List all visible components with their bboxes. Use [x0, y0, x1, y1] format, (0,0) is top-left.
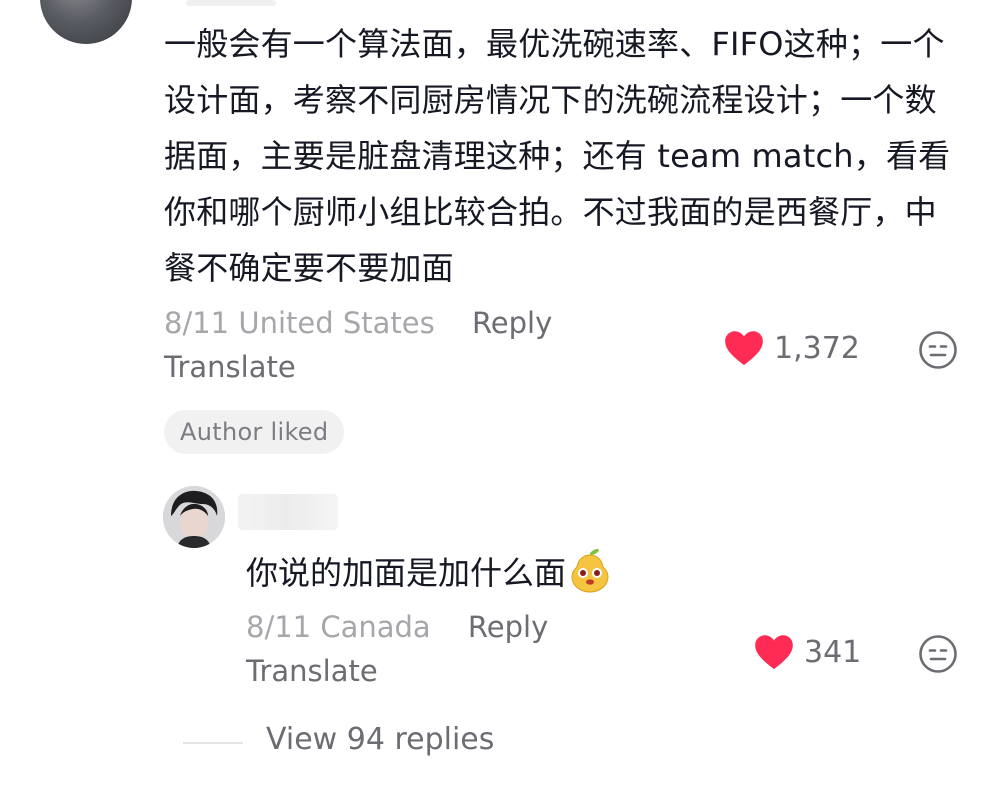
view-replies-button[interactable]: View 94 replies [266, 722, 494, 757]
comment-reply-button[interactable]: Reply [472, 306, 552, 340]
reply-text: 你说的加面是加什么面 [246, 554, 567, 592]
comment-text: 一般会有一个算法面，最优洗碗速率、FIFO这种；一个设计面，考察不同厨房情况下的… [164, 25, 951, 287]
meh-face-icon[interactable] [918, 330, 958, 370]
reply-like-count: 341 [804, 634, 862, 670]
view-replies-divider [183, 742, 243, 744]
comment-translate-button[interactable]: Translate [164, 350, 296, 384]
replier-name-redacted [238, 494, 338, 530]
replier-avatar[interactable] [163, 486, 225, 548]
reply-meta: 8/11 Canada Reply [246, 610, 548, 644]
commenter-avatar[interactable] [40, 0, 132, 44]
reply-date: 8/11 [246, 610, 312, 644]
reply-reply-button[interactable]: Reply [468, 610, 548, 644]
heart-icon [755, 635, 793, 670]
reply-text-line: 你说的加面是加什么面 [246, 545, 612, 601]
comment-meta: 8/11 United States Reply [164, 306, 552, 340]
author-liked-badge: Author liked [164, 410, 345, 454]
meh-face-icon[interactable] [918, 634, 958, 674]
heart-icon [725, 331, 763, 366]
comment-like-count: 1,372 [774, 330, 860, 366]
comment-like-button[interactable]: 1,372 [724, 330, 860, 366]
commenter-name-redacted [186, 0, 276, 6]
reply-like-button[interactable]: 341 [754, 634, 861, 670]
reply-location: Canada [320, 610, 431, 644]
comment-location: United States [238, 306, 435, 340]
comment-date: 8/11 [164, 306, 230, 340]
pear-face-emoji [571, 549, 609, 593]
reply-translate-button[interactable]: Translate [246, 654, 378, 688]
